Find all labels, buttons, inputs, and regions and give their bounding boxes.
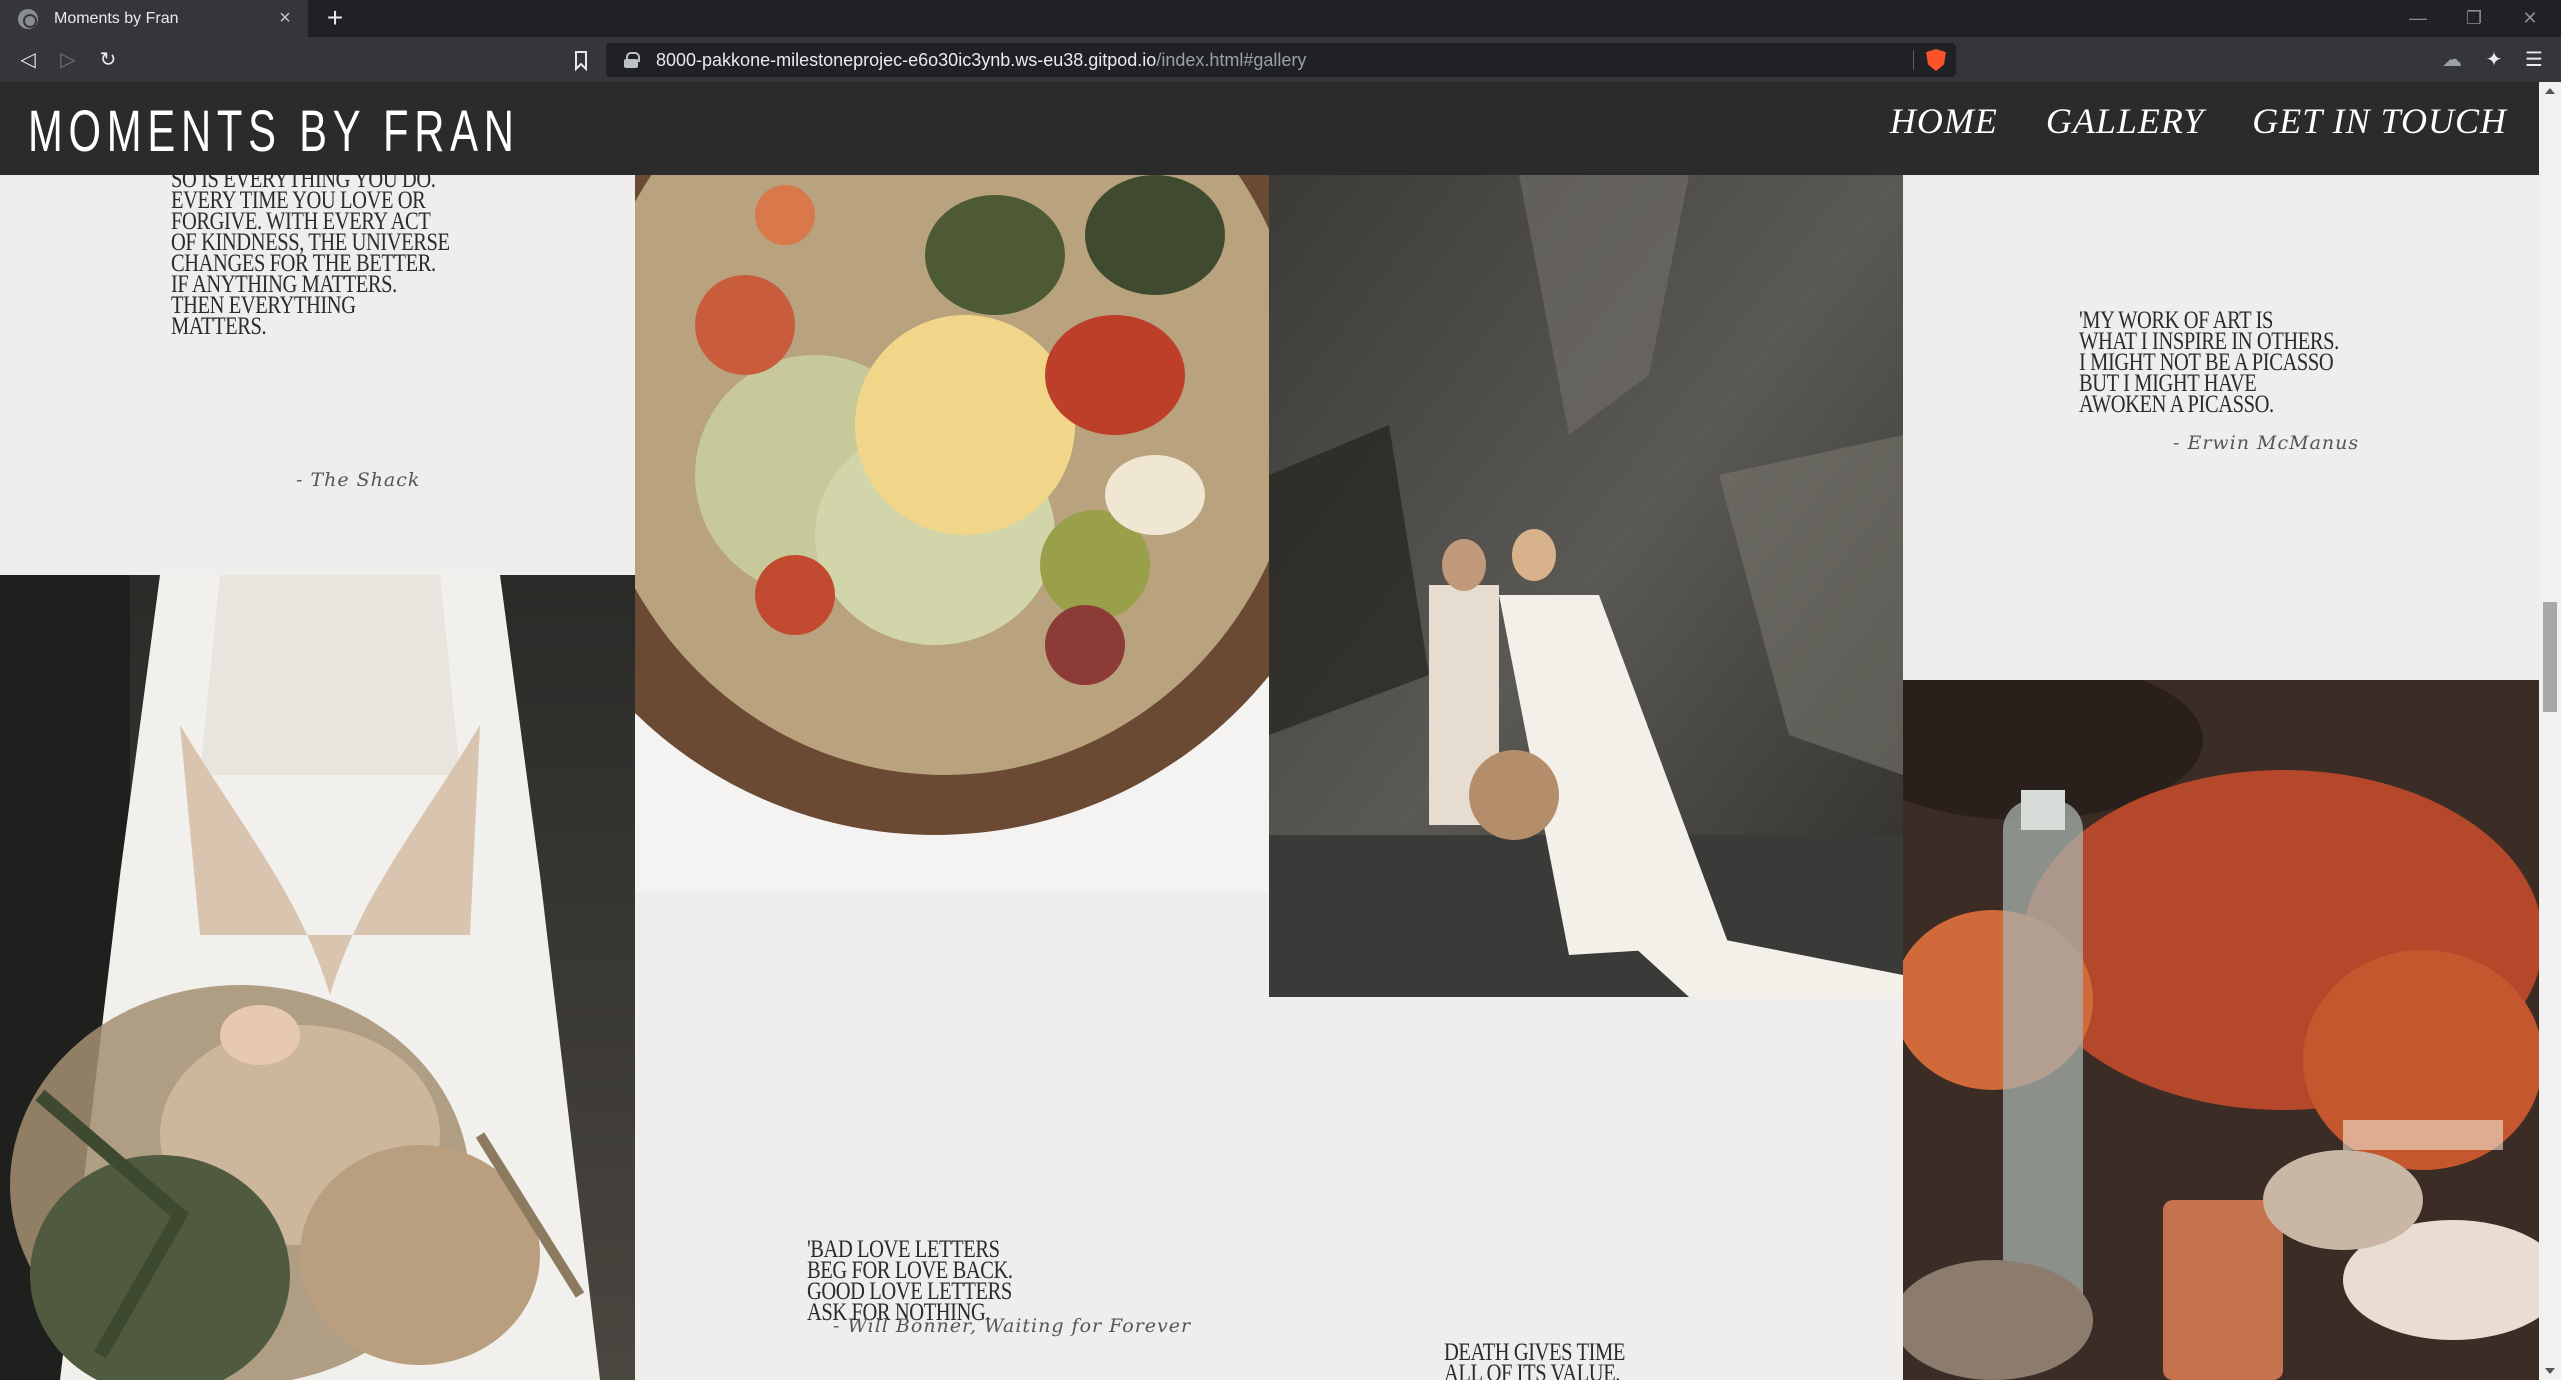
quote-line: ALL OF ITS VALUE.	[1444, 1360, 1621, 1380]
urlbar-divider	[1913, 50, 1914, 70]
lock-icon	[624, 52, 640, 68]
scrollbar-thumb[interactable]	[2543, 602, 2557, 712]
quote-text: SO IS EVERYTHING YOU DO. EVERY TIME YOU …	[171, 175, 450, 340]
new-tab-button[interactable]: +	[318, 2, 352, 36]
quote-text: 'BAD LOVE LETTERS BEG FOR LOVE BACK. GOO…	[807, 1237, 1013, 1325]
photo-wedding-couple[interactable]	[1269, 175, 1903, 997]
extensions-icon[interactable]: ✦	[2478, 44, 2510, 76]
tab-title: Moments by Fran	[54, 9, 179, 27]
bookmark-icon[interactable]	[565, 44, 597, 76]
photo-table-spread[interactable]	[1903, 680, 2539, 1380]
reload-button[interactable]: ↻	[92, 44, 124, 76]
web-page: MOMENTS BY FRAN HOME GALLERY GET IN TOUC…	[0, 82, 2539, 1380]
address-bar[interactable]: 8000-pakkone-milestoneprojec-e6o30ic3ynb…	[606, 43, 1956, 77]
quote-tile-erwin-mcmanus: 'MY WORK OF ART IS WHAT I INSPIRE IN OTH…	[1903, 175, 2539, 680]
forward-button[interactable]: ▷	[52, 44, 84, 76]
url-host: 8000-pakkone-milestoneprojec-e6o30ic3ynb…	[656, 49, 1157, 70]
minimize-button[interactable]: —	[2390, 0, 2446, 37]
url-path: /index.html#gallery	[1156, 49, 1307, 70]
restore-button[interactable]: ❐	[2446, 0, 2502, 37]
scroll-up-icon[interactable]	[2545, 88, 2555, 94]
browser-toolbar: ◁ ▷ ↻ 8000-pakkone-milestoneprojec-e6o30…	[0, 37, 2561, 82]
browser-tab-strip: Moments by Fran × + — ❐ ✕	[0, 0, 2561, 37]
photo-bride-bouquet[interactable]	[0, 575, 635, 1380]
nav-get-in-touch[interactable]: GET IN TOUCH	[2252, 100, 2507, 142]
quote-author: - Will Bonner, Waiting for Forever	[833, 1315, 1192, 1337]
page-scrollbar[interactable]	[2539, 82, 2561, 1380]
quote-line: MATTERS.	[171, 313, 267, 340]
quote-author: - Erwin McManus	[2173, 432, 2360, 454]
url-text: 8000-pakkone-milestoneprojec-e6o30ic3ynb…	[656, 50, 1306, 71]
photo-fruit-platter[interactable]	[635, 175, 1269, 892]
quote-text: DEATH GIVES TIME ALL OF ITS VALUE.	[1444, 1340, 1625, 1380]
window-close-button[interactable]: ✕	[2502, 0, 2558, 37]
browser-tab[interactable]: Moments by Fran ×	[0, 0, 308, 37]
site-logo[interactable]: MOMENTS BY FRAN	[28, 98, 520, 165]
quote-text: 'MY WORK OF ART IS WHAT I INSPIRE IN OTH…	[2079, 308, 2339, 418]
quote-tile-will-bonner: 'BAD LOVE LETTERS BEG FOR LOVE BACK. GOO…	[635, 892, 1269, 1380]
browser-menu-icon[interactable]: ☰	[2518, 44, 2550, 76]
scroll-down-icon[interactable]	[2545, 1368, 2555, 1374]
tab-close-icon[interactable]: ×	[270, 7, 300, 30]
main-nav: HOME GALLERY GET IN TOUCH	[1890, 100, 2507, 142]
quote-tile-death-gives-time: DEATH GIVES TIME ALL OF ITS VALUE.	[1269, 997, 1903, 1380]
globe-icon	[18, 8, 38, 29]
nav-gallery[interactable]: GALLERY	[2046, 100, 2204, 142]
cloud-icon[interactable]: ☁	[2436, 44, 2468, 76]
back-button[interactable]: ◁	[12, 44, 44, 76]
site-header: MOMENTS BY FRAN HOME GALLERY GET IN TOUC…	[0, 82, 2539, 175]
quote-line: AWOKEN A PICASSO.	[2079, 391, 2274, 418]
brave-shield-icon[interactable]	[1926, 49, 1946, 71]
quote-tile-the-shack: SO IS EVERYTHING YOU DO. EVERY TIME YOU …	[0, 175, 635, 575]
quote-author: - The Shack	[296, 469, 421, 491]
nav-home[interactable]: HOME	[1890, 100, 1998, 142]
